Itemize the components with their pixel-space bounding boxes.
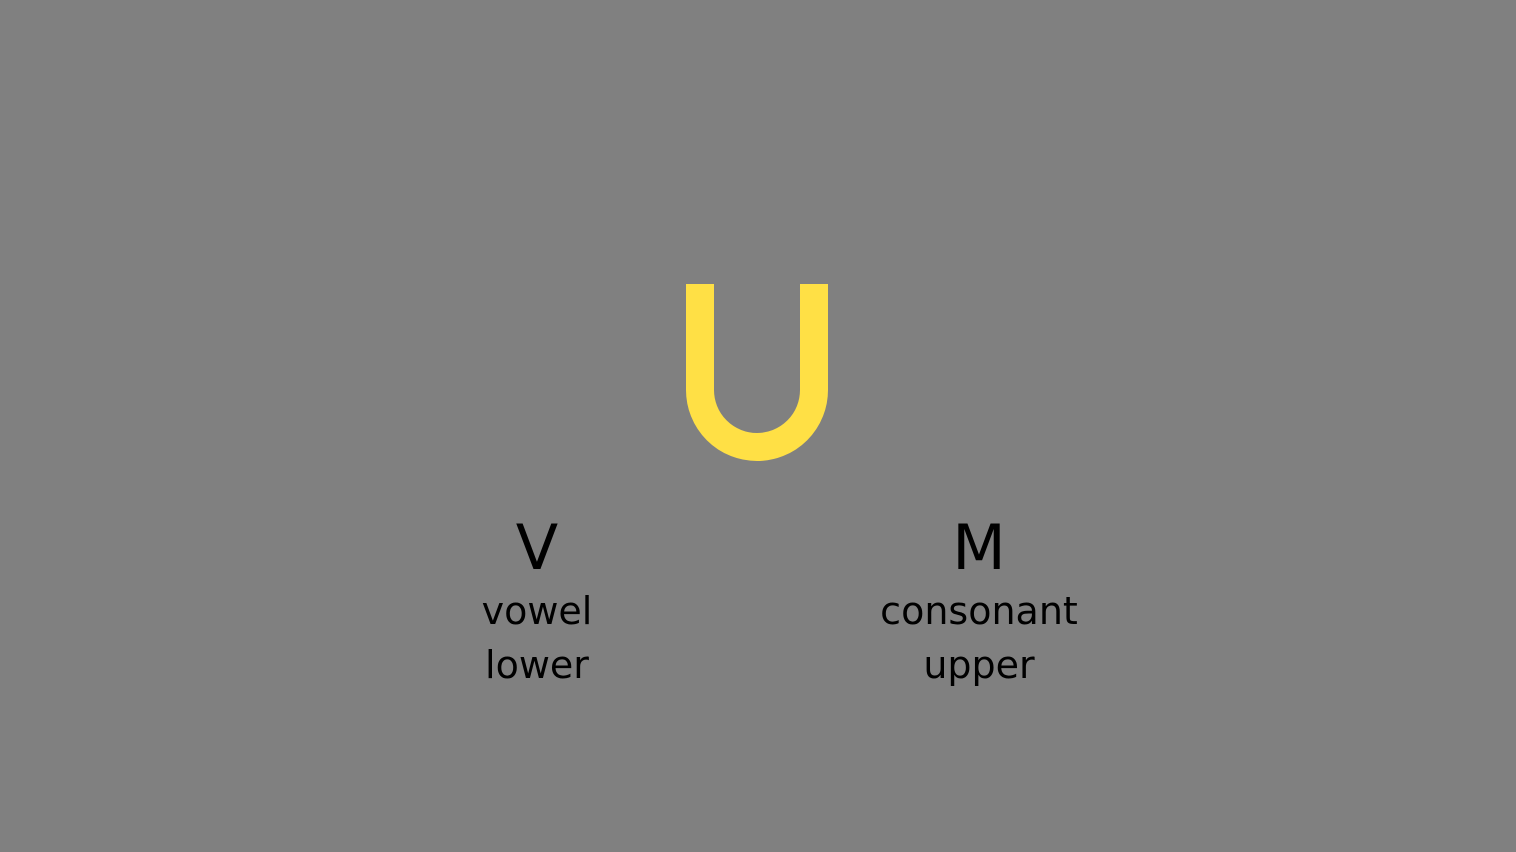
- stimulus-letter: [686, 284, 828, 461]
- response-label-consonant: consonant: [880, 589, 1078, 633]
- response-key-v: V: [515, 511, 559, 584]
- response-label-upper: upper: [923, 643, 1035, 687]
- stimulus-letter-shape: [686, 284, 828, 461]
- response-label-vowel: vowel: [481, 589, 593, 633]
- response-label-lower: lower: [485, 643, 589, 687]
- vowel-lower-response[interactable]: V vowel lower: [377, 512, 697, 692]
- task-screen: V vowel lower M consonant upper: [0, 0, 1516, 852]
- consonant-upper-response[interactable]: M consonant upper: [819, 512, 1139, 692]
- response-key-m: M: [952, 511, 1006, 584]
